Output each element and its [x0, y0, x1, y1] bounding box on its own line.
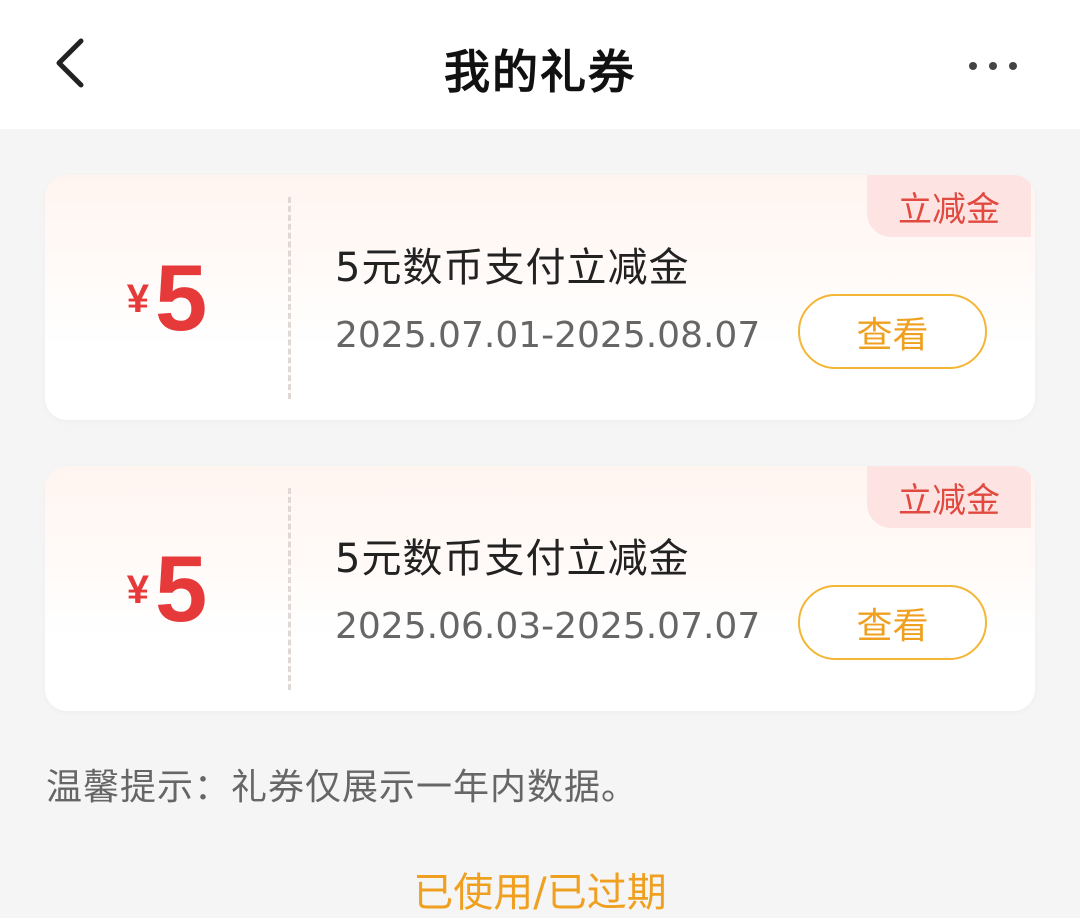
- coupon-name: 5元数币支付立减金: [335, 245, 690, 291]
- coupon-card: ¥ 5 5元数币支付立减金 2025.06.03-2025.07.07 查看 立…: [45, 466, 1035, 711]
- currency-symbol: ¥: [126, 568, 149, 612]
- more-button[interactable]: [952, 40, 1034, 92]
- view-button[interactable]: 查看: [798, 585, 987, 660]
- dashed-divider: [288, 488, 291, 690]
- top-bar: 我的礼券: [0, 0, 1080, 129]
- dashed-divider: [288, 197, 291, 399]
- more-dot: [989, 62, 997, 70]
- amount-value: 5: [154, 535, 208, 641]
- coupon-type-tag: 立减金: [867, 466, 1031, 528]
- coupon-card: ¥ 5 5元数币支付立减金 2025.07.01-2025.08.07 查看 立…: [45, 175, 1035, 420]
- used-expired-link[interactable]: 已使用/已过期: [0, 860, 1080, 918]
- amount-value: 5: [154, 244, 208, 350]
- coupon-validity: 2025.07.01-2025.08.07: [335, 315, 761, 356]
- notice-text: 温馨提示：礼券仅展示一年内数据。: [46, 767, 639, 808]
- coupon-type-tag: 立减金: [867, 175, 1031, 237]
- more-horizontal-icon: [969, 62, 977, 70]
- coupon-name: 5元数币支付立减金: [335, 536, 690, 582]
- coupon-amount: ¥ 5: [45, 466, 289, 711]
- currency-symbol: ¥: [126, 277, 149, 321]
- view-button[interactable]: 查看: [798, 294, 987, 369]
- more-dot: [1009, 62, 1017, 70]
- coupon-amount: ¥ 5: [45, 175, 289, 420]
- coupon-validity: 2025.06.03-2025.07.07: [335, 606, 761, 647]
- page-title: 我的礼券: [444, 45, 636, 99]
